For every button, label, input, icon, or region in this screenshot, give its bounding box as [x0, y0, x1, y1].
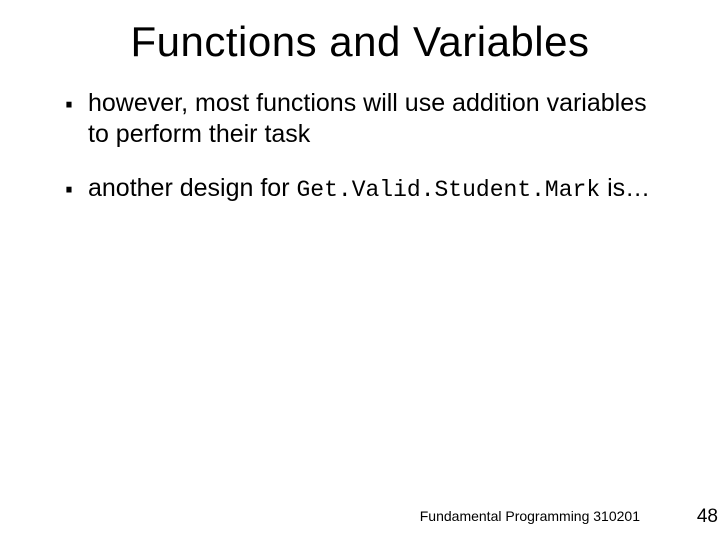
footer-text: Fundamental Programming 310201: [420, 508, 640, 524]
bullet-item: another design for Get.Valid.Student.Mar…: [60, 173, 660, 205]
bullet-item: however, most functions will use additio…: [60, 88, 660, 151]
slide: Functions and Variables however, most fu…: [0, 0, 720, 540]
bullet-text-post: is…: [600, 174, 650, 202]
page-number: 48: [697, 506, 718, 528]
bullet-list: however, most functions will use additio…: [60, 88, 660, 204]
slide-title: Functions and Variables: [0, 0, 720, 66]
bullet-text: however, most functions will use additio…: [88, 89, 647, 148]
code-text: Get.Valid.Student.Mark: [296, 177, 600, 203]
bullet-text-pre: another design for: [88, 174, 296, 202]
